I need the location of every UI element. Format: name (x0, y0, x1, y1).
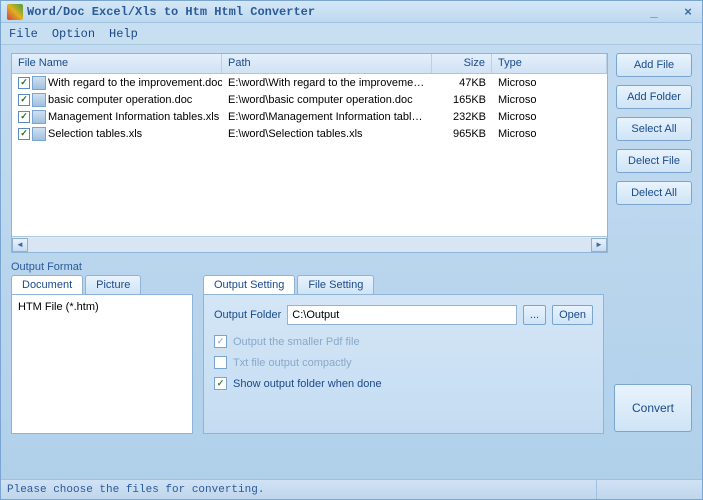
output-folder-label: Output Folder (214, 309, 281, 321)
file-icon (32, 110, 46, 124)
browse-button[interactable]: ... (523, 305, 546, 325)
tab-output-setting[interactable]: Output Setting (203, 275, 295, 294)
file-type: Microso (492, 93, 607, 107)
settings-panel: Output Setting File Setting Output Folde… (203, 275, 604, 434)
open-button[interactable]: Open (552, 305, 593, 325)
app-icon (7, 4, 23, 20)
format-item-htm[interactable]: HTM File (*.htm) (18, 301, 186, 313)
window-controls: _ × (646, 4, 696, 20)
output-section: Output Format Document Picture HTM File … (11, 261, 692, 434)
file-type: Microso (492, 110, 607, 124)
menu-option[interactable]: Option (52, 27, 95, 41)
row-checkbox[interactable]: ✓ (18, 128, 30, 140)
file-path: E:\word\Management Information tables... (222, 110, 432, 124)
table-row[interactable]: ✓ With regard to the improvement.docE:\wo… (12, 74, 607, 91)
file-name: With regard to the improvement.doc (48, 77, 222, 89)
main-area: File Name Path Size Type ✓ With regard to… (1, 45, 702, 479)
delect-file-button[interactable]: Delect File (616, 149, 692, 173)
file-type: Microso (492, 127, 607, 141)
label-smaller-pdf: Output the smaller Pdf file (233, 336, 360, 348)
titlebar: Word/Doc Excel/Xls to Htm Html Converter… (1, 1, 702, 23)
file-rows: ✓With regard to the improvement.docE:\wo… (12, 74, 607, 236)
horizontal-scrollbar[interactable]: ◄ ► (12, 236, 607, 252)
add-folder-button[interactable]: Add Folder (616, 85, 692, 109)
output-format-label: Output Format (11, 261, 692, 273)
menubar: File Option Help (1, 23, 702, 45)
file-path: E:\word\Selection tables.xls (222, 127, 432, 141)
scroll-right-arrow[interactable]: ► (591, 238, 607, 252)
format-panel: Document Picture HTM File (*.htm) (11, 275, 193, 434)
file-list-panel: File Name Path Size Type ✓ With regard to… (11, 53, 608, 253)
bottom-row: Document Picture HTM File (*.htm) Output… (11, 275, 692, 434)
file-name: Selection tables.xls (48, 128, 142, 140)
status-text: Please choose the files for converting. (7, 484, 264, 496)
menu-file[interactable]: File (9, 27, 38, 41)
app-window: Word/Doc Excel/Xls to Htm Html Converter… (0, 0, 703, 500)
file-type: Microso (492, 76, 607, 90)
row-checkbox[interactable]: ✓ (18, 77, 30, 89)
file-size: 232KB (432, 110, 492, 124)
file-size: 965KB (432, 127, 492, 141)
option-smaller-pdf: Output the smaller Pdf file (214, 335, 593, 348)
table-row[interactable]: ✓ basic computer operation.doc E:\word\bas… (12, 91, 607, 108)
label-txt-compact: Txt file output compactly (233, 357, 352, 369)
minimize-button[interactable]: _ (646, 4, 662, 20)
settings-body: Output Folder ... Open Output the smalle… (203, 294, 604, 434)
col-header-path[interactable]: Path (222, 54, 432, 73)
col-header-type[interactable]: Type (492, 54, 607, 73)
file-name: basic computer operation.doc (48, 94, 192, 106)
add-file-button[interactable]: Add File (616, 53, 692, 77)
file-list-header: File Name Path Size Type (12, 54, 607, 74)
col-header-name[interactable]: File Name (12, 54, 222, 73)
file-icon (32, 76, 46, 90)
tab-file-setting[interactable]: File Setting (297, 275, 374, 294)
convert-button[interactable]: Convert (614, 384, 692, 432)
table-row[interactable]: ✓ Selection tables.xls E:\word\Selection t… (12, 125, 607, 142)
checkbox-smaller-pdf (214, 335, 227, 348)
file-size: 47KB (432, 76, 492, 90)
table-row[interactable]: ✓ Management Information tables.xlsE:\wor… (12, 108, 607, 125)
output-folder-input[interactable] (287, 305, 517, 325)
tab-document[interactable]: Document (11, 275, 83, 294)
row-checkbox[interactable]: ✓ (18, 94, 30, 106)
scroll-track[interactable] (28, 238, 591, 252)
convert-panel: Convert (614, 275, 692, 434)
close-button[interactable]: × (680, 4, 696, 20)
file-path: E:\word\basic computer operation.doc (222, 93, 432, 107)
settings-tabs: Output Setting File Setting (203, 275, 604, 294)
format-tabs: Document Picture (11, 275, 193, 294)
delect-all-button[interactable]: Delect All (616, 181, 692, 205)
output-folder-row: Output Folder ... Open (214, 305, 593, 325)
menu-help[interactable]: Help (109, 27, 138, 41)
file-icon (32, 127, 46, 141)
file-size: 165KB (432, 93, 492, 107)
checkbox-show-folder[interactable] (214, 377, 227, 390)
option-show-folder[interactable]: Show output folder when done (214, 377, 593, 390)
side-buttons: Add File Add Folder Select All Delect Fi… (616, 53, 692, 253)
tab-picture[interactable]: Picture (85, 275, 141, 294)
select-all-button[interactable]: Select All (616, 117, 692, 141)
checkbox-txt-compact (214, 356, 227, 369)
file-name: Management Information tables.xls (48, 111, 219, 123)
col-header-size[interactable]: Size (432, 54, 492, 73)
statusbar: Please choose the files for converting. (1, 479, 702, 499)
file-path: E:\word\With regard to the improvement..… (222, 76, 432, 90)
format-tab-body: HTM File (*.htm) (11, 294, 193, 434)
option-txt-compact: Txt file output compactly (214, 356, 593, 369)
app-title: Word/Doc Excel/Xls to Htm Html Converter (27, 5, 315, 19)
top-row: File Name Path Size Type ✓ With regard to… (11, 53, 692, 253)
row-checkbox[interactable]: ✓ (18, 111, 30, 123)
label-show-folder: Show output folder when done (233, 378, 382, 390)
file-icon (32, 93, 46, 107)
status-separator (596, 480, 696, 499)
scroll-left-arrow[interactable]: ◄ (12, 238, 28, 252)
